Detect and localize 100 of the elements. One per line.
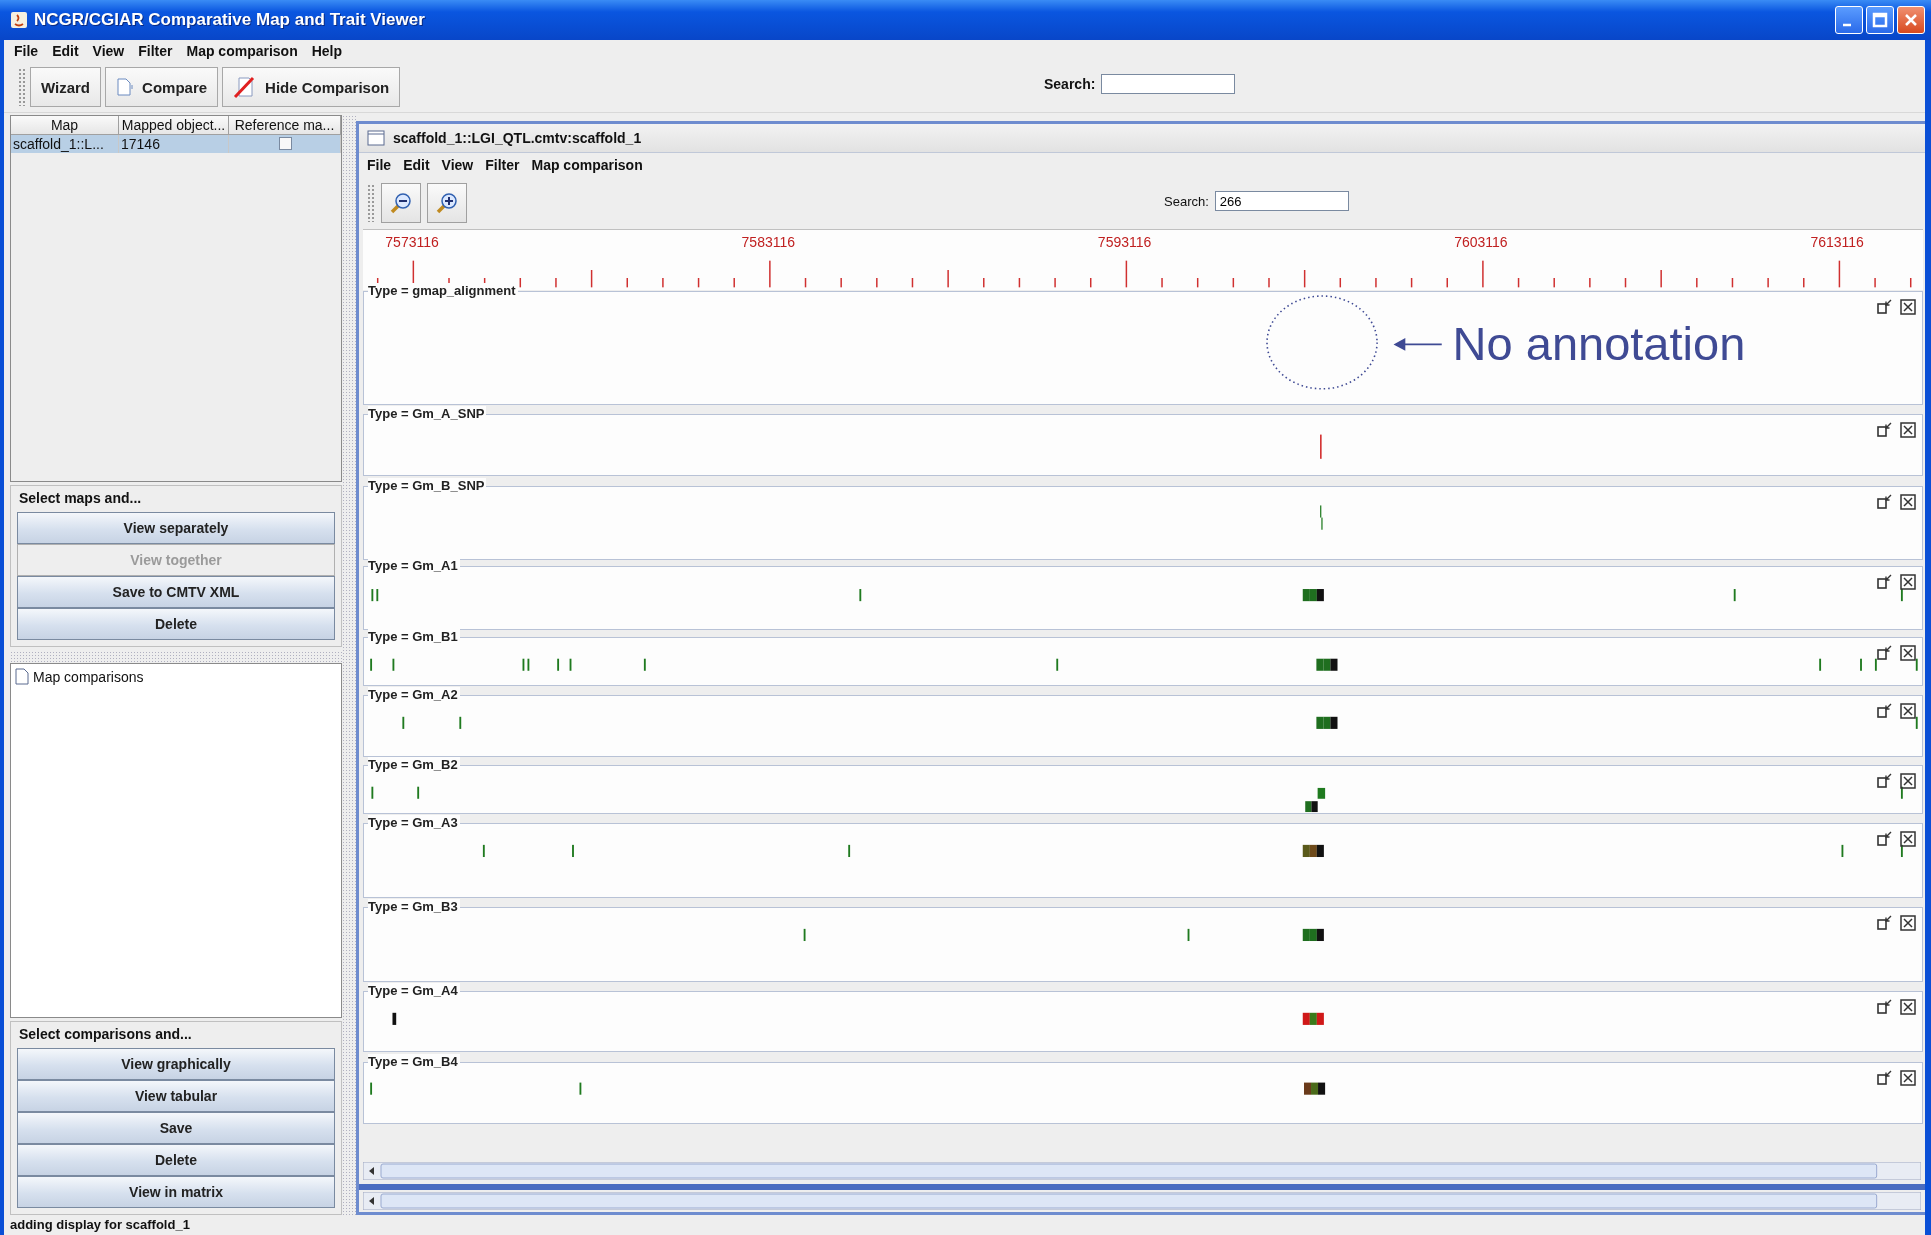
action-button[interactable]: Save	[17, 1112, 335, 1144]
close-icon[interactable]	[1900, 299, 1916, 316]
action-button[interactable]: Delete	[17, 1144, 335, 1176]
minimize-icon[interactable]	[1835, 6, 1863, 34]
search-field[interactable]: 266	[1214, 191, 1349, 211]
feature-tick	[848, 844, 851, 858]
menu-item[interactable]: Edit	[403, 157, 430, 173]
restore-icon[interactable]	[1877, 831, 1892, 847]
track-label: Type = Gm_A_SNP	[368, 406, 487, 422]
track-label: Type = Gm_A3	[368, 815, 460, 831]
feature-block	[1302, 1012, 1324, 1025]
toolbar-button[interactable]: Hide Comparison	[222, 67, 401, 107]
menu-item[interactable]: Map comparison	[531, 157, 643, 173]
restore-icon[interactable]	[1877, 998, 1892, 1014]
track-label: Type = Gm_B_SNP	[368, 477, 487, 493]
close-icon[interactable]	[1900, 831, 1916, 848]
track-label: Type = Gm_A2	[368, 687, 460, 703]
action-button[interactable]: View tabular	[17, 1080, 335, 1112]
column-header[interactable]: Reference ma...	[229, 116, 341, 135]
search-field[interactable]	[1101, 74, 1236, 94]
feature-tick	[1187, 928, 1190, 941]
restore-icon[interactable]	[1877, 914, 1892, 930]
feature-block	[1305, 801, 1318, 813]
document-icon	[15, 668, 29, 685]
menu-item[interactable]: Help	[311, 43, 343, 59]
restore-icon[interactable]	[1877, 493, 1892, 509]
feature-block	[1302, 928, 1324, 941]
menu-item[interactable]: Map comparison	[186, 43, 298, 59]
feature-tick	[392, 1012, 397, 1025]
feature-tick	[1874, 658, 1877, 671]
checkbox[interactable]	[279, 137, 292, 150]
toolbar-grip[interactable]	[367, 184, 375, 222]
feature-tick	[392, 658, 395, 671]
track-label: Type = Gm_B4	[368, 1053, 460, 1069]
restore-icon[interactable]	[1877, 773, 1892, 789]
feature-tick	[1900, 786, 1903, 799]
feature-tick	[482, 844, 485, 858]
restore-icon[interactable]	[1877, 422, 1892, 438]
feature-block	[1302, 588, 1324, 601]
zoom-out-button[interactable]	[381, 183, 421, 223]
close-icon[interactable]	[1900, 493, 1916, 510]
track-label: Type = Gm_A4	[368, 982, 460, 998]
close-icon[interactable]	[1900, 422, 1916, 439]
feature-block	[1316, 716, 1338, 729]
scrollbar[interactable]	[363, 1162, 1921, 1180]
toolbar-button[interactable]: Compare	[105, 67, 219, 107]
action-button[interactable]: View in matrix	[17, 1176, 335, 1208]
feature-block	[1302, 844, 1324, 858]
ruler-label: 7593116	[1097, 234, 1152, 250]
close-icon[interactable]	[1900, 703, 1916, 720]
feature-tick	[557, 658, 560, 671]
close-icon[interactable]	[1900, 645, 1916, 662]
action-button[interactable]: View separately	[17, 512, 335, 544]
menu-item[interactable]: Filter	[138, 43, 173, 59]
menu-item[interactable]: Edit	[52, 43, 79, 59]
status-text: adding display for scaffold_1	[9, 1216, 191, 1234]
menu-item[interactable]: View	[92, 43, 125, 59]
close-icon[interactable]	[1900, 1069, 1916, 1086]
tree-item[interactable]: Map comparisons	[33, 668, 144, 685]
menu-item[interactable]: File	[14, 43, 39, 59]
feature-tick	[1915, 716, 1918, 729]
zoom-in-icon	[435, 191, 459, 215]
feature-block	[1304, 1082, 1326, 1095]
column-header[interactable]: Mapped object...	[119, 116, 229, 135]
feature-tick	[803, 928, 806, 941]
close-icon[interactable]	[1900, 914, 1916, 931]
scrollbar[interactable]	[363, 1192, 1921, 1210]
menu-item[interactable]: File	[367, 157, 392, 173]
restore-icon[interactable]	[1877, 573, 1892, 589]
restore-icon[interactable]	[1877, 645, 1892, 661]
close-icon[interactable]	[1900, 998, 1916, 1015]
action-button[interactable]: Save to CMTV XML	[17, 576, 335, 608]
feature-block	[1317, 788, 1326, 799]
restore-icon[interactable]	[1877, 299, 1892, 315]
window-title: NCGR/CGIAR Comparative Map and Trait Viewer	[34, 10, 426, 30]
action-button[interactable]: Delete	[17, 608, 335, 640]
column-header[interactable]: Map	[11, 116, 119, 135]
menu-item[interactable]: Filter	[485, 157, 520, 173]
ruler-label: 7613116	[1810, 234, 1864, 250]
action-button[interactable]: View graphically	[17, 1048, 335, 1080]
feature-tick	[1860, 658, 1862, 671]
toolbar-grip[interactable]	[18, 68, 26, 106]
close-icon[interactable]	[1900, 773, 1916, 790]
feature-tick	[579, 1082, 582, 1095]
restore-icon[interactable]	[1877, 1069, 1892, 1085]
feature-tick	[522, 658, 525, 671]
close-icon[interactable]	[1900, 573, 1916, 590]
feature-tick	[376, 588, 379, 601]
toolbar-button[interactable]: Wizard	[30, 67, 102, 107]
table-row[interactable]: scaffold_1::L... 17146	[11, 135, 341, 153]
maximize-icon[interactable]	[1866, 6, 1894, 34]
feature-tick	[1819, 658, 1822, 671]
restore-icon[interactable]	[1877, 703, 1892, 719]
feature-tick	[1056, 658, 1059, 671]
menu-item[interactable]: View	[441, 157, 474, 173]
table-cell: scaffold_1::L...	[11, 135, 119, 153]
feature-tick	[371, 786, 374, 799]
zoom-in-button[interactable]	[427, 183, 467, 223]
feature-tick	[1900, 844, 1903, 858]
feature-tick	[402, 716, 405, 729]
